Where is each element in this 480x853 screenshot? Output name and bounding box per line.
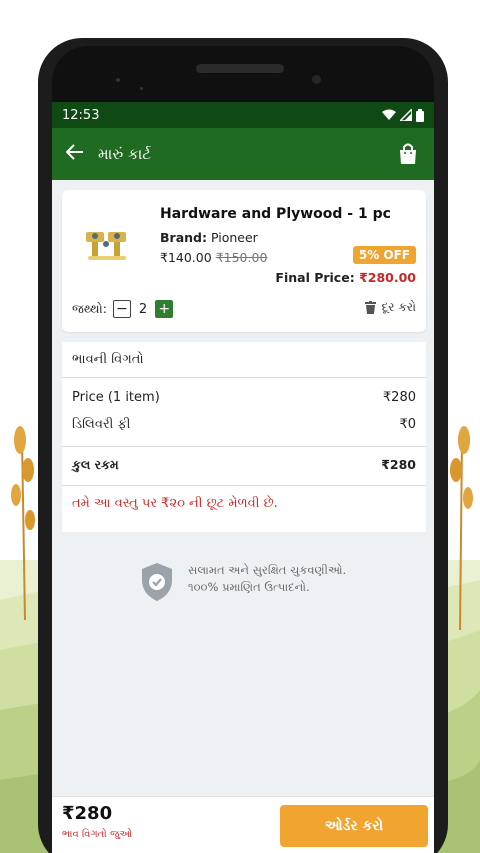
secure-payment-info: સલામત અને સુરક્ષિત ચુકવણીઓ. ૧૦૦% પ્રમાણિ… [140, 562, 400, 602]
final-price-value: ₹280.00 [359, 270, 416, 285]
product-image[interactable] [80, 216, 134, 270]
status-time: 12:53 [62, 107, 100, 123]
brand-label: Brand: [160, 230, 207, 245]
phone-speaker [196, 64, 284, 73]
phone-camera [312, 75, 321, 84]
secure-line-2: ૧૦૦% પ્રમાણિત ઉત્પાદનો. [188, 580, 310, 594]
price-details-heading: ભાવની વિગતો [62, 342, 426, 378]
cart-item-card: Hardware and Plywood - 1 pc Brand: Pione… [62, 190, 426, 332]
total-value: ₹280 [381, 457, 416, 472]
signal-icon [400, 109, 412, 121]
savings-message: તમે આ વસ્તુ પર ₹૨૦ ની છૂટ મેળવી છે. [72, 496, 278, 511]
battery-icon [416, 108, 424, 122]
page-title: મારું કાર્ટ [98, 145, 152, 163]
app-bar: મારું કાર્ટ [52, 128, 434, 180]
total-row: કુલ રકમ ₹280 [62, 457, 426, 486]
remove-item-button[interactable]: દૂર કરો [364, 300, 416, 315]
app-screen: 12:53 મારું કાર્ટ Hardware and Plywood -… [52, 102, 434, 853]
price-details: ભાવની વિગતો Price (1 item) ₹280 ડિલિવરી … [62, 342, 426, 532]
checkout-bar: ₹280 ભાવ વિગતો જુઓ ઓર્ડર કરો [52, 796, 434, 853]
checkout-total: ₹280 [62, 803, 113, 824]
delivery-fee-row: ડિલિવરી ફી ₹0 [62, 417, 426, 447]
quantity-value: 2 [138, 301, 148, 317]
product-price: ₹140.00 ₹150.00 [160, 250, 267, 265]
quantity-label: જથ્થો: [72, 301, 107, 316]
shield-check-icon [142, 563, 172, 601]
price-row-label: Price (1 item) [72, 390, 160, 405]
original-price: ₹150.00 [215, 250, 268, 265]
final-price-label: Final Price: [275, 270, 355, 285]
place-order-button[interactable]: ઓર્ડર કરો [280, 805, 428, 847]
total-label: કુલ રકમ [72, 457, 119, 472]
arrow-left-icon[interactable] [65, 143, 84, 165]
view-price-details-link[interactable]: ભાવ વિગતો જુઓ [62, 829, 132, 840]
product-brand: Brand: Pioneer [160, 230, 258, 245]
unit-price: ₹140.00 [160, 250, 212, 265]
phone-bezel [52, 46, 434, 104]
price-row-value: ₹280 [382, 390, 416, 405]
wifi-icon [382, 109, 396, 120]
secure-line-1: સલામત અને સુરક્ષિત ચુકવણીઓ. [188, 563, 347, 577]
brand-value: Pioneer [210, 230, 258, 245]
phone-sensor [116, 78, 120, 82]
trash-icon [364, 301, 376, 314]
quantity-stepper: જથ્થો: − 2 + [72, 300, 174, 318]
decrease-quantity-button[interactable]: − [112, 300, 131, 318]
product-name[interactable]: Hardware and Plywood - 1 pc [160, 206, 391, 222]
delivery-fee-label: ડિલિવરી ફી [72, 417, 131, 432]
price-row: Price (1 item) ₹280 [62, 390, 426, 405]
final-price: Final Price: ₹280.00 [275, 270, 416, 285]
status-icons [382, 108, 424, 122]
shopping-bag-icon[interactable] [396, 142, 420, 166]
delivery-fee-value: ₹0 [399, 417, 416, 432]
status-bar: 12:53 [52, 102, 434, 128]
remove-label: દૂર કરો [381, 300, 416, 314]
increase-quantity-button[interactable]: + [155, 300, 174, 318]
discount-badge: 5% OFF [352, 246, 416, 264]
phone-sensor [140, 87, 143, 90]
